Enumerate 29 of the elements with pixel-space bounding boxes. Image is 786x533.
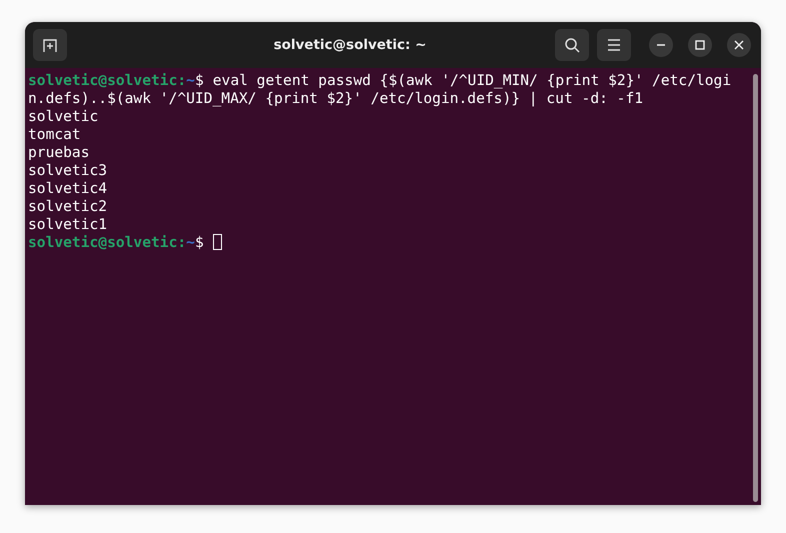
output-line: solvetic [28,108,98,125]
output-line: pruebas [28,144,90,161]
menu-button[interactable] [597,29,631,61]
prompt-symbol: $ [194,72,204,89]
maximize-icon [695,40,705,50]
close-icon [734,40,744,50]
prompt-user: solvetic@solvetic: [28,234,186,251]
output-line: n.defs)..$(awk '/^UID_MAX/ {print $2}' /etc/login.defs)} | cut -d: -f1 [28,90,644,107]
new-tab-button[interactable] [33,29,67,61]
prompt-path: ~ [186,72,195,89]
new-tab-icon [42,37,58,53]
menu-icon [607,39,621,51]
search-button[interactable] [555,29,589,61]
search-icon [564,37,580,53]
output-line: tomcat [28,126,81,143]
minimize-button[interactable] [649,33,673,57]
window-title: solvetic@solvetic: ~ [272,37,428,53]
maximize-button[interactable] [688,33,712,57]
output-line: solvetic4 [28,180,108,197]
scrollbar[interactable] [753,74,758,502]
minimize-icon [656,44,666,46]
prompt-user: solvetic@solvetic: [28,72,186,89]
output-line: solvetic3 [28,162,108,179]
output-line: solvetic1 [28,216,108,233]
command-text: eval getent passwd {$(awk '/^UID_MIN/ {print $2}' /etc/logi [212,72,732,89]
close-button[interactable] [727,33,751,57]
prompt-path: ~ [186,234,195,251]
output-line: solvetic2 [28,198,108,215]
prompt-symbol: $ [194,234,204,251]
